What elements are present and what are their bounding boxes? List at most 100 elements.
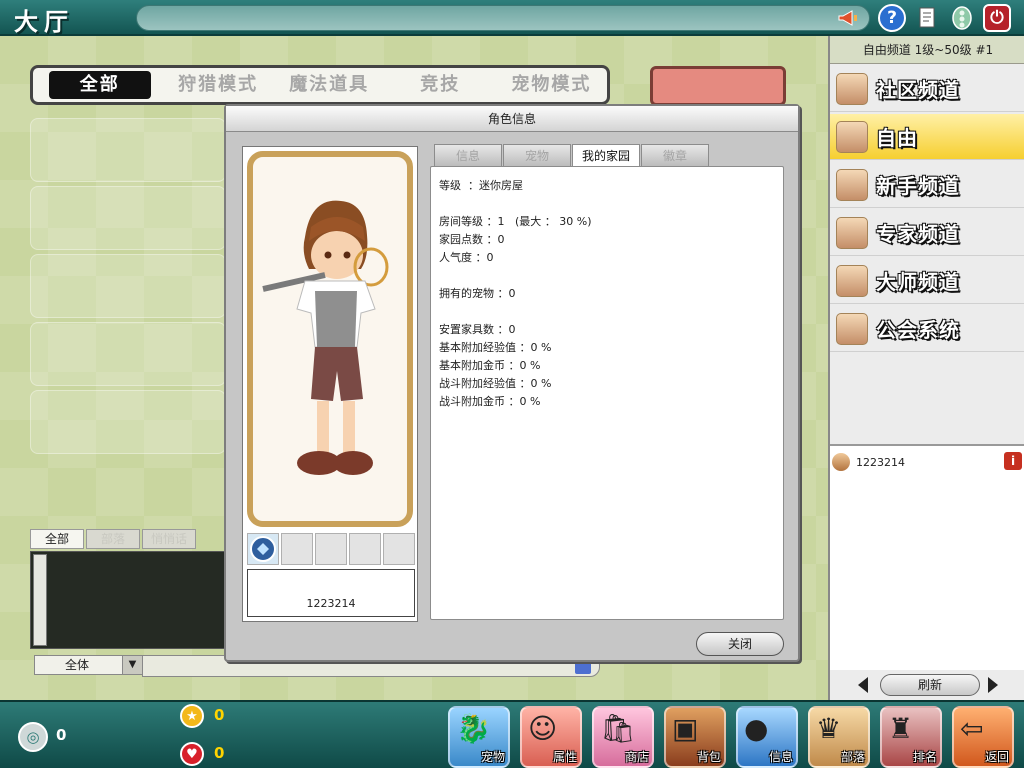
tab-my-home[interactable]: 我的家园	[572, 144, 640, 166]
info-line	[439, 303, 775, 321]
user-list-item[interactable]: 1223214 i	[832, 452, 1024, 472]
room-slot[interactable]	[30, 322, 226, 386]
heart-count: 0	[214, 744, 225, 762]
heart-icon: ♥	[180, 742, 204, 766]
exit-icon: ⇦	[960, 712, 984, 745]
info-line: 安置家具数 ：0	[439, 323, 516, 336]
document-icon[interactable]	[914, 4, 942, 32]
channel-avatar-icon	[836, 72, 868, 105]
chevron-down-icon[interactable]: ▼	[122, 656, 142, 674]
player-name: 1223214	[247, 569, 415, 617]
chat-tabs: 全部 部落 悄悄话	[30, 529, 196, 549]
channel-avatar-icon	[836, 120, 868, 153]
channel-panel: 自由频道 1级~50级 #1 社区频道 自由 新手频道 专家频道 大师频道 公会…	[828, 36, 1024, 700]
channel-item-community[interactable]: 社区频道	[830, 66, 1024, 112]
room-slot[interactable]	[30, 254, 226, 318]
close-button[interactable]: 关闭	[696, 632, 784, 656]
menu-label: 返回	[984, 750, 1009, 764]
channel-avatar-icon	[836, 312, 868, 345]
backpack-button[interactable]: ▣ 背包	[664, 706, 726, 768]
tab-pets[interactable]: 宠物	[503, 144, 571, 166]
info-line: 家园点数 ：0	[439, 233, 505, 246]
menu-label: 背包	[696, 750, 721, 764]
refresh-bar: 刷新	[830, 672, 1024, 698]
mode-tab-hunting[interactable]: 狩猎模式	[163, 71, 274, 99]
info-icon[interactable]: i	[1004, 452, 1022, 470]
info-line: 拥有的宠物 ：0	[439, 287, 516, 300]
item-slot[interactable]	[281, 533, 313, 565]
info-line	[439, 267, 775, 285]
channel-avatar-icon	[836, 264, 868, 297]
chat-tab-whisper[interactable]: 悄悄话	[142, 529, 196, 549]
tab-info[interactable]: 信息	[434, 144, 502, 166]
home-info-panel: 等级 ：迷你房屋 房间等级 ：1 (最大 ： 30 %) 家园点数 ：0 人气度…	[430, 166, 784, 620]
channel-label: 专家频道	[876, 222, 960, 246]
item-slot[interactable]	[349, 533, 381, 565]
megaphone-icon[interactable]	[834, 4, 862, 32]
next-page-icon[interactable]	[988, 677, 998, 693]
chat-tab-all[interactable]: 全部	[30, 529, 84, 549]
power-icon[interactable]: ⏻	[983, 4, 1011, 32]
tribe-button[interactable]: ♛ 部落	[808, 706, 870, 768]
attributes-button[interactable]: ☺ 属性	[520, 706, 582, 768]
shop-button[interactable]: 🛍 商店	[592, 706, 654, 768]
help-icon[interactable]: ?	[878, 4, 906, 32]
badge-slot[interactable]	[247, 533, 279, 565]
channel-avatar-icon	[836, 216, 868, 249]
info-line: 基本附加经验值 ：0 %	[439, 341, 552, 354]
room-slot[interactable]	[30, 186, 226, 250]
channel-label: 大师频道	[876, 270, 960, 294]
tribe-icon: ♛	[816, 712, 842, 745]
coin-icon: ◎	[18, 722, 48, 752]
channel-label: 社区频道	[876, 78, 960, 102]
info-line	[439, 195, 775, 213]
notice-bar	[136, 5, 870, 31]
character-portrait	[247, 151, 413, 527]
mode-tab-all[interactable]: 全部	[49, 71, 151, 99]
menu-label: 宠物	[480, 750, 505, 764]
channel-avatar-icon	[836, 168, 868, 201]
tab-badges[interactable]: 徽章	[641, 144, 709, 166]
current-channel-label: 自由频道 1级~50级 #1	[830, 36, 1024, 64]
keyboard-icon[interactable]	[575, 660, 591, 674]
user-name: 1223214	[856, 455, 905, 469]
item-slot[interactable]	[383, 533, 415, 565]
mode-tab-magic-items[interactable]: 魔法道具	[274, 71, 385, 99]
room-slot[interactable]	[30, 118, 226, 182]
dialog-tabs: 信息 宠物 我的家园 徽章	[434, 144, 709, 166]
info-line: 基本附加金币 ：0 %	[439, 359, 541, 372]
character-figure-icon	[262, 200, 389, 475]
menu-label: 信息	[768, 750, 793, 764]
prev-page-icon[interactable]	[858, 677, 868, 693]
ranking-button[interactable]: ♜ 排名	[880, 706, 942, 768]
gem-icon[interactable]	[948, 4, 976, 32]
channel-label: 新手频道	[876, 174, 960, 198]
attributes-icon: ☺	[528, 712, 558, 745]
channel-item-free[interactable]: 自由	[830, 114, 1024, 160]
channel-item-beginner[interactable]: 新手频道	[830, 162, 1024, 208]
backpack-icon: ▣	[672, 712, 699, 745]
chat-scrollbar[interactable]	[33, 554, 47, 646]
item-slot[interactable]	[315, 533, 347, 565]
exit-button[interactable]: ⇦ 返回	[952, 706, 1014, 768]
menu-label: 商店	[624, 750, 649, 764]
mode-tab-pet[interactable]: 宠物模式	[496, 71, 607, 99]
quick-join-card[interactable]	[650, 66, 786, 106]
chat-log	[30, 551, 226, 649]
info-button[interactable]: ● 信息	[736, 706, 798, 768]
channel-item-expert[interactable]: 专家频道	[830, 210, 1024, 256]
info-line: 等级 ：迷你房屋	[439, 179, 523, 192]
info-line: 房间等级 ：1 (最大 ： 30 %)	[439, 215, 592, 228]
channel-item-guild[interactable]: 公会系统	[830, 306, 1024, 352]
gold-count: 0	[214, 706, 225, 724]
menu-label: 部落	[840, 750, 865, 764]
bottom-bar: ◎ 0 ★ 0 ♥ 0 🐉 宠物 ☺ 属性 🛍 商店 ▣ 背包 ● 信息 ♛ 部…	[0, 700, 1024, 768]
pet-icon: 🐉	[456, 712, 491, 745]
room-slot[interactable]	[30, 390, 226, 454]
coin-count: 0	[56, 726, 67, 744]
refresh-button[interactable]: 刷新	[880, 674, 980, 696]
mode-tab-competitive[interactable]: 竞技	[385, 71, 496, 99]
chat-tab-tribe[interactable]: 部落	[86, 529, 140, 549]
pet-button[interactable]: 🐉 宠物	[448, 706, 510, 768]
channel-item-master[interactable]: 大师频道	[830, 258, 1024, 304]
